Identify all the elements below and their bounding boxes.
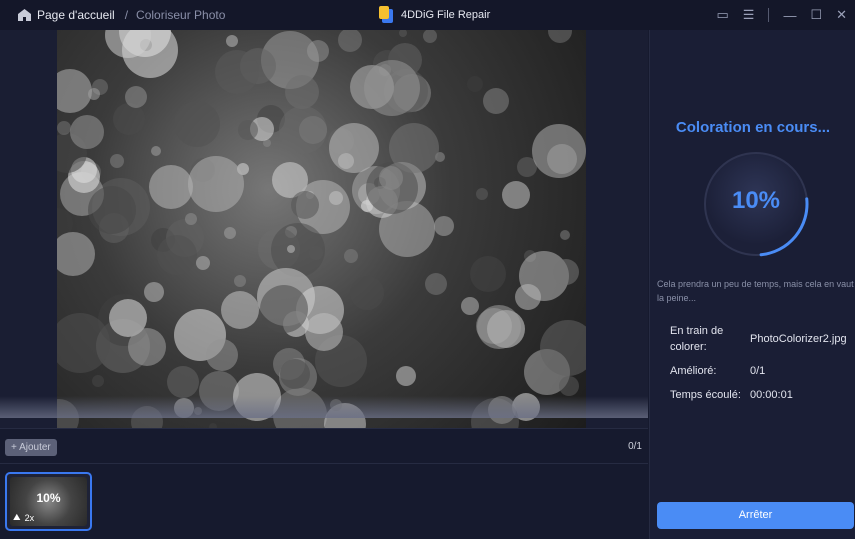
progress-note: Cela prendra un peu de temps, mais cela … xyxy=(657,279,854,303)
flower-shape xyxy=(280,359,310,389)
progress-percent: 10% xyxy=(731,187,781,214)
breadcrumb-home[interactable]: Page d'accueil xyxy=(37,8,115,22)
flower-shape xyxy=(483,88,509,114)
flower-shape xyxy=(221,291,259,329)
feedback-icon[interactable]: ▭ xyxy=(716,7,728,23)
flower-shape xyxy=(461,297,479,315)
breadcrumb-current: Coloriseur Photo xyxy=(136,8,226,22)
flower-shape xyxy=(502,181,530,209)
flower-shape xyxy=(305,313,343,351)
info-value: PhotoColorizer2.jpg xyxy=(750,333,847,345)
flower-shape xyxy=(224,227,236,239)
flower-shape xyxy=(125,86,147,108)
flower-shape xyxy=(57,232,95,276)
flower-shape xyxy=(149,165,193,209)
flower-shape xyxy=(425,273,447,295)
flower-shape xyxy=(399,30,407,37)
flower-shape xyxy=(285,75,319,109)
flower-shape xyxy=(423,30,437,43)
title-bar: Page d'accueil / Coloriseur Photo 4DDiG … xyxy=(0,0,855,30)
flower-shape xyxy=(548,30,572,43)
file-count: 0/1 xyxy=(628,441,642,452)
app-logo-icon xyxy=(379,6,393,23)
app-title: 4DDiG File Repair xyxy=(379,6,490,23)
preview-area xyxy=(0,30,648,428)
stop-button[interactable]: Arrêter xyxy=(657,502,854,529)
flower-shape xyxy=(88,88,100,100)
flower-shape xyxy=(157,235,197,275)
flower-shape xyxy=(57,121,71,135)
menu-icon[interactable]: ☰ xyxy=(743,7,755,23)
status-title: Coloration en cours... xyxy=(675,119,831,136)
thumbnail-item[interactable]: 10% ⛰ 2x xyxy=(5,472,92,531)
breadcrumb-separator: / xyxy=(124,8,129,22)
flower-shape xyxy=(234,275,246,287)
flower-shape xyxy=(560,230,570,240)
flower-shape xyxy=(88,186,136,234)
image-icon: ⛰ xyxy=(13,512,21,522)
flower-shape xyxy=(92,375,104,387)
info-value: 00:00:01 xyxy=(750,389,793,401)
scan-overlay xyxy=(0,396,648,418)
flower-shape xyxy=(389,123,439,173)
info-key: Amélioré: xyxy=(670,365,717,377)
flower-shape xyxy=(238,120,258,140)
app-name: 4DDiG File Repair xyxy=(401,8,491,21)
info-key: En train de colorer: xyxy=(670,325,724,353)
flower-shape xyxy=(188,156,244,212)
flower-shape xyxy=(113,103,145,135)
photo-preview xyxy=(57,30,586,428)
flower-shape xyxy=(532,124,586,178)
breadcrumb: Page d'accueil / Coloriseur Photo xyxy=(18,8,225,22)
flower-shape xyxy=(338,30,362,52)
flower-shape xyxy=(185,213,197,225)
flower-shape xyxy=(434,216,454,236)
flower-shape xyxy=(110,154,124,168)
flower-shape xyxy=(151,146,161,156)
thumbnail-progress: 10% xyxy=(36,491,61,505)
flower-shape xyxy=(476,188,488,200)
flower-shape xyxy=(291,191,319,219)
flower-shape xyxy=(196,256,210,270)
flower-shape xyxy=(515,284,541,310)
flower-shape xyxy=(167,366,199,398)
flower-shape xyxy=(344,249,358,263)
flower-shape xyxy=(329,123,379,173)
flower-shape xyxy=(287,245,295,253)
flower-shape xyxy=(470,256,506,292)
flower-shape xyxy=(128,328,166,366)
scale-label: 2x xyxy=(24,512,35,523)
info-key: Temps écoulé: xyxy=(670,389,741,401)
flower-shape xyxy=(260,285,308,333)
flower-shape xyxy=(559,376,579,396)
divider xyxy=(768,8,770,22)
close-icon[interactable]: ✕ xyxy=(836,7,847,23)
progress-panel: Coloration en cours... 10% Cela prendra … xyxy=(649,30,855,539)
flower-shape xyxy=(174,101,220,147)
info-table: En train de colorer: PhotoColorizer2.jpg … xyxy=(670,323,847,411)
divider xyxy=(0,463,648,464)
minimize-icon[interactable]: — xyxy=(783,8,796,23)
flower-shape xyxy=(467,76,483,92)
flower-shape xyxy=(553,259,579,285)
flower-shape xyxy=(477,305,521,349)
flower-shape xyxy=(70,115,104,149)
home-icon[interactable] xyxy=(18,9,31,21)
flower-shape xyxy=(350,276,384,310)
flower-shape xyxy=(57,69,92,113)
maximize-icon[interactable]: ☐ xyxy=(810,7,822,23)
flower-shape xyxy=(279,106,327,154)
info-value: 0/1 xyxy=(750,365,766,377)
file-strip: + Ajouter 0/1 10% ⛰ 2x xyxy=(0,428,648,539)
flower-shape xyxy=(396,366,416,386)
flower-shape xyxy=(215,50,259,94)
flower-shape xyxy=(364,60,420,116)
add-button[interactable]: + Ajouter xyxy=(5,439,57,456)
flower-shape xyxy=(144,282,164,302)
flower-shape xyxy=(206,339,238,371)
flower-shape xyxy=(226,35,238,47)
